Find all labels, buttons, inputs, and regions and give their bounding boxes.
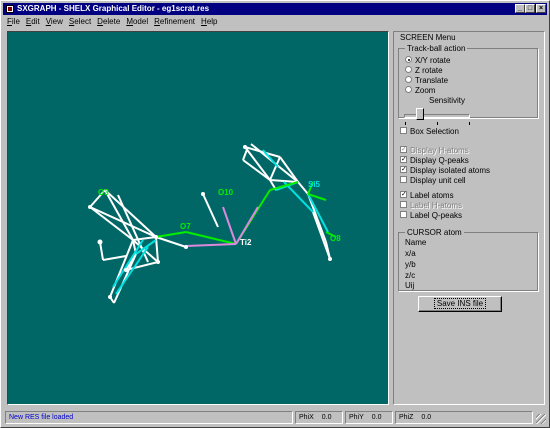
checkbox-label: Label atoms [410,191,454,200]
checkbox-box-selection[interactable]: Box Selection [400,127,459,137]
checkbox-icon [400,201,407,209]
menu-delete[interactable]: Delete [97,16,120,28]
checkbox-display-isolated-atoms[interactable]: ✓ Display isolated atoms [400,166,490,176]
phix-value: 0.0 [321,414,332,421]
close-button[interactable]: × [536,4,546,13]
radio-translate[interactable]: Translate [405,76,448,86]
sensitivity-label: Sensitivity [429,96,466,105]
menu-bar: File Edit View Select Delete Model Refinement H… [3,16,547,28]
status-phiy: PhiY 0.0 [345,411,393,424]
molecule-viewport[interactable]: O10 O7 Ti2 Si5 O8 O3 [7,31,389,405]
atom-label-o7: O7 [180,222,191,231]
cursor-field-y: y/b [405,260,416,269]
radio-xy-rotate[interactable]: X/Y rotate [405,56,450,66]
cursor-field-uij: Uij [405,281,415,290]
radio-label: X/Y rotate [415,56,451,65]
resize-grip-icon[interactable] [536,414,546,424]
atom-label-o10: O10 [218,188,234,197]
checkmark-icon[interactable]: ✓ [400,191,407,199]
minimize-button[interactable]: _ [515,4,525,13]
sensitivity-slider-track[interactable] [404,114,470,118]
radio-zoom[interactable]: Zoom [405,86,435,96]
menu-model[interactable]: Model [126,16,148,28]
cursor-atom-group: CURSOR atom Name x/a y/b z/c Uij [398,228,538,291]
save-button-label: Save INS file [433,298,487,309]
trackball-group-title: Track-ball action [405,44,468,53]
checkmark-icon[interactable]: ✓ [400,166,407,174]
screen-menu-title: SCREEN Menu [400,33,456,42]
atom-label-o3: O3 [98,188,109,197]
atom-label-o8: O8 [330,234,341,243]
title-bar[interactable]: SXGRAPH - SHELX Graphical Editor - eg1sc… [3,3,547,15]
phiz-label: PhiZ [399,414,414,421]
checkmark-icon: ✓ [400,146,407,154]
green-bonds [155,181,337,245]
checkbox-display-h-atoms: ✓ Display H-atoms [400,146,469,156]
menu-select[interactable]: Select [69,16,91,28]
checkbox-label: Display H-atoms [410,146,469,155]
phiy-value: 0.0 [371,414,382,421]
checkmark-icon[interactable]: ✓ [400,156,407,164]
phiy-label: PhiY [349,414,364,421]
application-window: SXGRAPH - SHELX Graphical Editor - eg1sc… [0,0,550,428]
menu-file[interactable]: File [7,16,20,28]
cursor-field-z: z/c [405,271,416,280]
checkbox-label: Label H-atoms [410,201,463,210]
checkbox-label: Box Selection [410,127,459,136]
checkbox-icon[interactable] [400,127,407,135]
checkbox-icon[interactable] [400,176,407,184]
radio-label: Z rotate [415,66,443,75]
maximize-button[interactable]: □ [525,4,535,13]
checkbox-label: Display isolated atoms [410,166,491,175]
window-title: SXGRAPH - SHELX Graphical Editor - eg1sc… [17,4,210,13]
atom-label-ti2: Ti2 [240,238,252,247]
checkbox-label: Display unit cell [410,176,466,185]
checkbox-display-unit-cell[interactable]: Display unit cell [400,176,466,186]
phiz-value: 0.0 [421,414,432,421]
radio-button-icon[interactable] [405,86,412,94]
checkbox-display-q-peaks[interactable]: ✓ Display Q-peaks [400,156,469,166]
radio-label: Zoom [415,86,436,95]
checkbox-label: Label Q-peaks [410,211,463,220]
slider-tick [437,122,438,125]
status-bar: New RES file loaded PhiX 0.0 PhiY 0.0 PhiZ… [3,411,547,425]
radio-button-icon[interactable] [405,76,412,84]
checkbox-label-q-peaks[interactable]: Label Q-peaks [400,211,462,221]
radio-z-rotate[interactable]: Z rotate [405,66,443,76]
phix-label: PhiX [299,414,314,421]
slider-tick [469,122,470,125]
menu-refinement[interactable]: Refinement [154,16,195,28]
app-icon[interactable] [6,5,14,13]
checkbox-label-atoms[interactable]: ✓ Label atoms [400,191,454,201]
molecule-drawing[interactable]: O10 O7 Ti2 Si5 O8 O3 [8,32,388,404]
screen-menu-panel: SCREEN Menu Track-ball action X/Y rotate… [393,31,545,405]
cursor-field-x: x/a [405,249,416,258]
cursor-atom-title: CURSOR atom [405,228,464,237]
cyan-bonds [112,149,329,295]
radio-label: Translate [415,76,449,85]
status-phiz: PhiZ 0.0 [395,411,533,424]
checkbox-label: Display Q-peaks [410,156,469,165]
slider-tick [405,122,406,125]
menu-view[interactable]: View [46,16,63,28]
radio-button-icon[interactable] [405,56,412,64]
menu-help[interactable]: Help [201,16,217,28]
radio-button-icon[interactable] [405,66,412,74]
cursor-field-name: Name [405,238,427,247]
sensitivity-slider-thumb[interactable] [416,108,424,120]
checkbox-label-h-atoms: Label H-atoms [400,201,462,211]
status-phix: PhiX 0.0 [295,411,343,424]
status-message: New RES file loaded [5,411,293,424]
atom-label-si5: Si5 [308,180,321,189]
menu-edit[interactable]: Edit [26,16,40,28]
save-ins-file-button[interactable]: Save INS file [418,296,502,312]
checkbox-icon[interactable] [400,211,407,219]
